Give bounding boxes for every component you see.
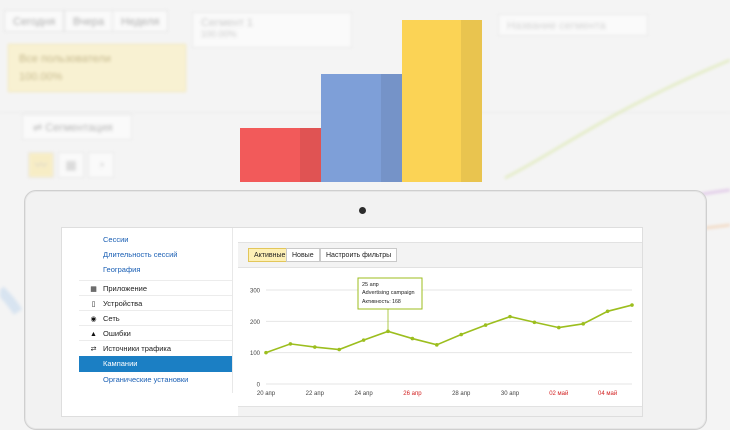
laptop-screen: Сессии Длительность сессий География ▦ Пр…	[61, 227, 643, 417]
filter-new-button[interactable]: Новые	[286, 248, 320, 262]
y-tick-label: 200	[250, 320, 261, 326]
x-tick-label: 26 апр	[403, 391, 422, 397]
data-point	[557, 325, 561, 330]
logo-bar-red	[240, 128, 321, 182]
data-point	[337, 347, 341, 352]
sidebar: Сессии Длительность сессий География ▦ Пр…	[79, 228, 233, 393]
filter-active-button[interactable]: Активные	[248, 248, 292, 262]
sidebar-item-traffic-sources[interactable]: ⇄ Источники трафика	[79, 340, 232, 356]
data-point	[483, 323, 488, 327]
sidebar-item-label: Ошибки	[103, 329, 131, 338]
data-point	[410, 336, 415, 341]
x-tick-label: 04 май	[598, 390, 617, 397]
sidebar-item-errors[interactable]: ▲ Ошибки	[79, 325, 232, 341]
data-point	[313, 345, 317, 349]
sidebar-item-campaigns[interactable]: Кампании	[79, 356, 232, 372]
tooltip-date: 25 апр	[362, 282, 379, 288]
configure-filters-button[interactable]: Настроить фильтры	[320, 248, 398, 262]
y-tick-label: 300	[250, 289, 261, 295]
tooltip-campaign: Advertising campaign	[362, 290, 415, 296]
main-panel: Активные Новые Настроить фильтры 0 100 200…	[238, 234, 642, 416]
sidebar-item-label: Устройства	[103, 299, 143, 308]
sidebar-link-geography[interactable]: География	[79, 262, 232, 278]
data-point	[605, 309, 610, 314]
data-point	[264, 350, 268, 355]
x-tick-label: 24 апр	[354, 391, 373, 397]
data-point	[630, 303, 634, 307]
data-point	[532, 320, 537, 325]
logo-bar-yellow	[402, 20, 482, 182]
sidebar-item-label: Источники трафика	[103, 344, 172, 353]
data-point	[459, 332, 463, 337]
data-point	[361, 338, 366, 342]
y-tick-label: 0	[257, 383, 261, 389]
data-point	[288, 342, 293, 346]
camera-icon	[359, 207, 366, 214]
series-line	[265, 304, 633, 354]
x-axis-ticks: 20 апр 22 апр 24 апр 26 апр 28 апр 30 апр 02 м…	[257, 390, 617, 397]
data-point	[581, 322, 585, 326]
sidebar-item-devices[interactable]: ▯ Устройства	[79, 295, 232, 311]
bottom-bar	[238, 406, 642, 416]
x-tick-label: 30 апр	[501, 391, 520, 397]
filter-bar: Активные Новые Настроить фильтры	[238, 242, 642, 268]
data-point	[435, 343, 439, 347]
x-tick-label: 22 апр	[306, 391, 325, 397]
y-tick-label: 100	[250, 351, 261, 357]
tooltip-metric: Активность: 168	[362, 299, 401, 305]
sidebar-item-network[interactable]: ◉ Сеть	[79, 310, 232, 326]
sidebar-link-sessions[interactable]: Сессии	[79, 232, 232, 248]
logo-bar-blue	[321, 74, 402, 182]
sidebar-item-application[interactable]: ▦ Приложение	[79, 280, 232, 296]
sidebar-link-session-duration[interactable]: Длительность сессий	[79, 247, 232, 263]
x-tick-label: 28 апр	[452, 391, 471, 397]
sidebar-item-label: Приложение	[103, 284, 147, 293]
x-tick-label: 02 май	[549, 390, 568, 397]
chart-grid	[266, 289, 632, 385]
x-tick-label: 20 апр	[257, 391, 276, 397]
chart-tooltip: 25 апр Advertising campaign Активность: 16…	[357, 277, 423, 332]
y-axis-ticks: 0 100 200 300	[250, 289, 261, 389]
data-point	[508, 314, 512, 319]
activity-chart: 0 100 200 300 20 апр 22 апр 24 апр 26 апр 28 ап…	[250, 277, 634, 397]
bar-chart-logo	[240, 20, 482, 182]
sidebar-item-organic-installs[interactable]: Органические установки	[79, 372, 232, 388]
sidebar-item-label: Сеть	[103, 314, 120, 323]
